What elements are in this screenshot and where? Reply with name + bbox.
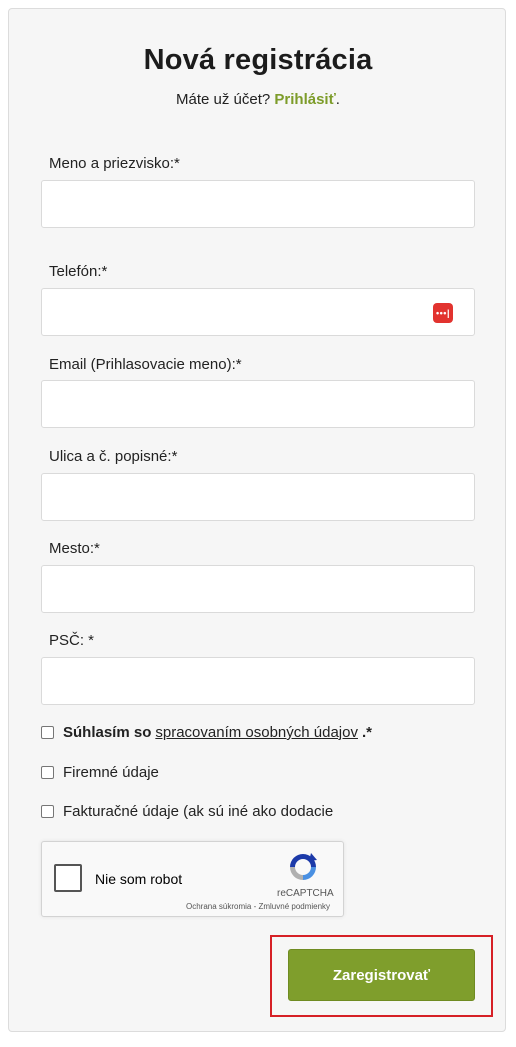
- login-link[interactable]: Prihlásiť: [274, 91, 335, 108]
- street-input[interactable]: [41, 473, 475, 521]
- zip-label: PSČ: *: [49, 632, 95, 649]
- phone-label: Telefón:*: [49, 263, 108, 280]
- billing-data-label: Fakturačné údaje (ak sú iné ako dodacie: [63, 803, 334, 820]
- name-label: Meno a priezvisko:*: [49, 155, 180, 172]
- consent-row: Súhlasím so spracovaním osobných údajov …: [41, 724, 376, 741]
- recaptcha-brand: reCAPTCHA: [277, 888, 334, 899]
- billing-data-row: Fakturačné údaje (ak sú iné ako dodacie: [41, 803, 333, 820]
- page-title: Nová registrácia: [143, 44, 373, 76]
- phone-input[interactable]: •••|: [41, 288, 475, 336]
- login-prompt-text: Máte už účet?: [176, 91, 271, 108]
- street-label: Ulica a č. popisné:*: [49, 448, 178, 465]
- recaptcha-label: Nie som robot: [95, 871, 183, 887]
- recaptcha-terms[interactable]: Ochrana súkromia - Zmluvné podmienky: [186, 902, 330, 911]
- billing-data-checkbox[interactable]: [41, 805, 54, 818]
- privacy-policy-link[interactable]: spracovaním osobných údajov: [155, 724, 358, 741]
- company-data-checkbox[interactable]: [41, 766, 54, 779]
- recaptcha-widget: Nie som robot reCAPTCHA Ochrana súkromia…: [41, 841, 344, 917]
- city-label: Mesto:*: [49, 540, 100, 557]
- password-manager-icon[interactable]: •••|: [433, 303, 453, 323]
- consent-suffix: .*: [361, 724, 372, 741]
- company-data-label: Firemné údaje: [63, 764, 159, 781]
- city-input[interactable]: [41, 565, 475, 613]
- name-input[interactable]: [41, 180, 475, 228]
- recaptcha-checkbox[interactable]: [54, 864, 82, 892]
- consent-checkbox[interactable]: [41, 726, 54, 739]
- consent-text: Súhlasím so: [63, 724, 152, 741]
- login-prompt-line: Máte už účet? Prihlásiť.: [0, 91, 516, 108]
- register-button[interactable]: Zaregistrovať: [288, 949, 475, 1001]
- recaptcha-logo-icon: [290, 853, 317, 880]
- email-input[interactable]: [41, 380, 475, 428]
- login-suffix: .: [335, 91, 340, 108]
- zip-input[interactable]: [41, 657, 475, 705]
- company-data-row: Firemné údaje: [41, 764, 159, 781]
- email-label: Email (Prihlasovacie meno):*: [49, 356, 242, 373]
